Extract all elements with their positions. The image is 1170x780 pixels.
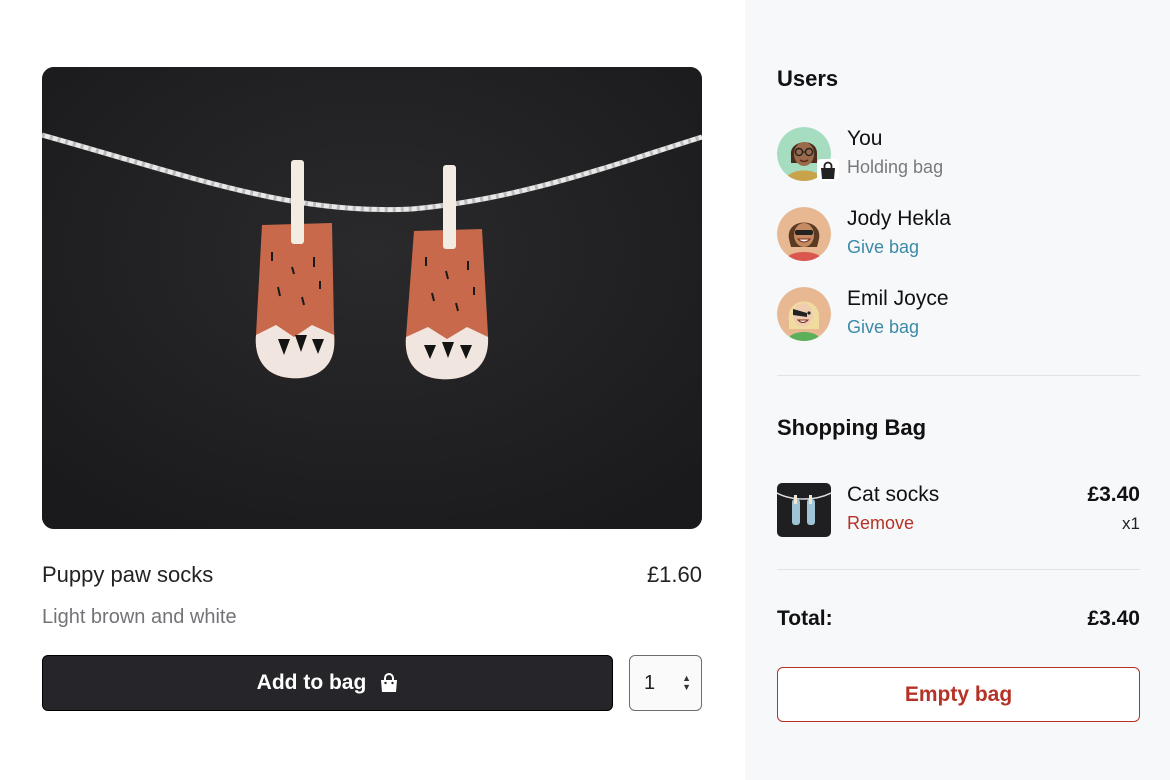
empty-bag-button[interactable]: Empty bag [777, 667, 1140, 722]
product-image [42, 67, 702, 529]
product-title-row: Puppy paw socks £1.60 [42, 562, 702, 588]
shopping-bag-title: Shopping Bag [777, 415, 927, 440]
users-title: Users [777, 66, 839, 91]
lock-bag-icon [817, 159, 839, 181]
shopping-bag-icon [381, 673, 398, 692]
bag-item-thumbnail [777, 483, 831, 537]
remove-link[interactable]: Remove [847, 513, 914, 534]
bag-item: Cat socks Remove £3.40 x1 [777, 483, 1140, 539]
add-to-bag-label: Add to bag [256, 671, 367, 694]
user-name: You [847, 127, 883, 150]
add-to-bag-button[interactable]: Add to bag [42, 655, 613, 711]
select-arrows-icon: ▲ ▼ [682, 673, 691, 692]
user-name: Emil Joyce [847, 287, 949, 310]
product-panel: Puppy paw socks £1.60 Light brown and wh… [42, 67, 702, 711]
divider [777, 375, 1140, 376]
divider [777, 569, 1140, 570]
product-name: Puppy paw socks [42, 562, 214, 587]
bag-item-quantity: x1 [1122, 514, 1140, 533]
user-item: Emil Joyce Give bag [777, 287, 1147, 341]
total-row: Total: £3.40 [777, 607, 1140, 631]
avatar-jody [777, 207, 831, 261]
avatar-emil [777, 287, 831, 341]
bag-item-price: £3.40 [1087, 483, 1140, 506]
total-label: Total: [777, 607, 833, 630]
user-status: Holding bag [847, 157, 944, 177]
user-item: You Holding bag [777, 127, 1147, 181]
quantity-select[interactable]: 1 ▲ ▼ [629, 655, 702, 711]
product-price: £1.60 [646, 562, 702, 587]
give-bag-link[interactable]: Give bag [847, 317, 919, 338]
sidebar: Users You Holding bag Jody Hekla Give ba… [745, 0, 1170, 780]
total-value: £3.40 [1087, 607, 1140, 630]
user-item: Jody Hekla Give bag [777, 207, 1147, 261]
quantity-value: 1 [644, 671, 656, 694]
give-bag-link[interactable]: Give bag [847, 237, 919, 258]
user-name: Jody Hekla [847, 207, 951, 230]
product-description: Light brown and white [42, 606, 237, 628]
product-actions: Add to bag 1 ▲ ▼ [42, 655, 702, 711]
bag-item-name: Cat socks [847, 483, 940, 506]
